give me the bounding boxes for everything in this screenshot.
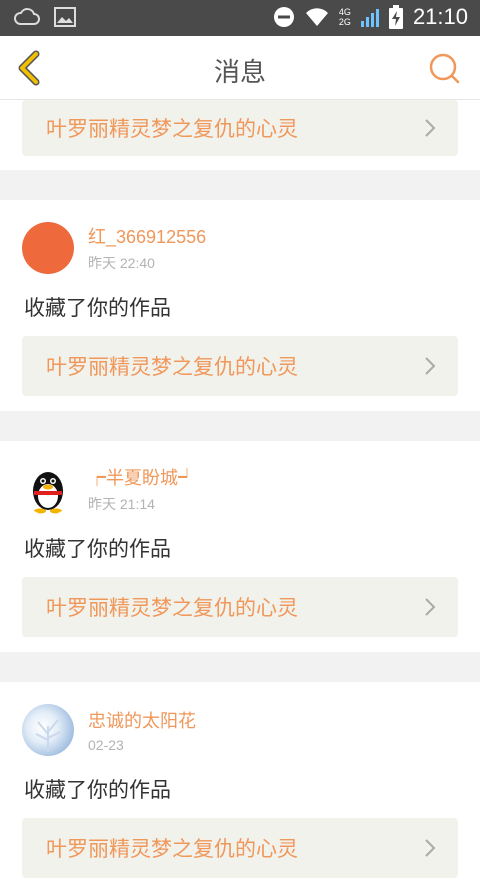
- cloud-icon: [14, 8, 40, 25]
- status-right-icons: 4G 2G 21:10: [273, 4, 468, 30]
- card-header: 忠诚的太阳花 02-23: [22, 682, 458, 756]
- nav-bar: 消息: [0, 36, 480, 100]
- work-title: 叶罗丽精灵梦之复仇的心灵: [46, 597, 298, 620]
- notification-feed: 叶罗丽精灵梦之复仇的心灵 红_366912556 昨天 22:40 收藏了你的作…: [0, 100, 480, 893]
- divider: [0, 652, 480, 682]
- timestamp: 昨天 22:40: [88, 255, 155, 271]
- work-title: 叶罗丽精灵梦之复仇的心灵: [46, 356, 298, 379]
- card-header: 红_366912556 昨天 22:40: [22, 200, 458, 274]
- notification-card: ┍半夏盼城┙ 昨天 21:14 收藏了你的作品 叶罗丽精灵梦之复仇的心灵: [0, 441, 480, 652]
- divider: [0, 170, 480, 200]
- card-header: ┍半夏盼城┙ 昨天 21:14: [22, 441, 458, 515]
- status-left-icons: [14, 6, 76, 28]
- signal-icon: [360, 9, 379, 27]
- network-type: 4G 2G: [339, 7, 351, 27]
- username[interactable]: 红_366912556: [88, 223, 206, 249]
- work-title: 叶罗丽精灵梦之复仇的心灵: [46, 838, 298, 861]
- chevron-right-icon: [425, 839, 436, 857]
- chevron-right-icon: [425, 119, 436, 137]
- status-time: 21:10: [412, 4, 468, 29]
- chevron-right-icon: [425, 598, 436, 616]
- user-meta: ┍半夏盼城┙ 昨天 21:14: [88, 464, 196, 514]
- username[interactable]: ┍半夏盼城┙: [88, 464, 196, 490]
- do-not-disturb-icon: [273, 7, 294, 27]
- message-text: 收藏了你的作品: [24, 537, 171, 561]
- work-link[interactable]: 叶罗丽精灵梦之复仇的心灵: [22, 336, 458, 396]
- work-link[interactable]: 叶罗丽精灵梦之复仇的心灵: [22, 818, 458, 878]
- avatar[interactable]: [22, 222, 74, 274]
- wifi-icon: [305, 8, 328, 26]
- timestamp: 昨天 21:14: [88, 496, 155, 512]
- avatar[interactable]: [22, 704, 74, 756]
- status-bar: 4G 2G 21:10: [0, 0, 480, 36]
- work-title: 叶罗丽精灵梦之复仇的心灵: [46, 118, 298, 141]
- search-icon: [429, 53, 460, 84]
- timestamp: 02-23: [88, 737, 124, 753]
- divider: [0, 411, 480, 441]
- page-title: 消息: [213, 58, 266, 88]
- network-type-top: 4G: [338, 7, 351, 17]
- battery-charging-icon: [388, 5, 403, 29]
- snowy-tree-icon: [35, 719, 61, 752]
- qq-penguin-icon: [33, 472, 63, 514]
- user-meta: 红_366912556 昨天 22:40: [88, 223, 206, 273]
- notification-card-partial: 叶罗丽精灵梦之复仇的心灵: [0, 100, 480, 170]
- work-link[interactable]: 叶罗丽精灵梦之复仇的心灵: [22, 577, 458, 637]
- notification-card: 忠诚的太阳花 02-23 收藏了你的作品 叶罗丽精灵梦之复仇的心灵: [0, 682, 480, 893]
- username[interactable]: 忠诚的太阳花: [88, 707, 196, 733]
- network-type-bottom: 2G: [338, 17, 351, 27]
- notification-card: 红_366912556 昨天 22:40 收藏了你的作品 叶罗丽精灵梦之复仇的心…: [0, 200, 480, 411]
- work-link[interactable]: 叶罗丽精灵梦之复仇的心灵: [22, 100, 458, 156]
- avatar[interactable]: [22, 463, 74, 515]
- user-meta: 忠诚的太阳花 02-23: [88, 707, 196, 753]
- chevron-right-icon: [425, 357, 436, 375]
- search-button[interactable]: [428, 52, 460, 84]
- message-text: 收藏了你的作品: [24, 778, 171, 802]
- image-icon: [54, 7, 76, 27]
- message-text: 收藏了你的作品: [24, 296, 171, 320]
